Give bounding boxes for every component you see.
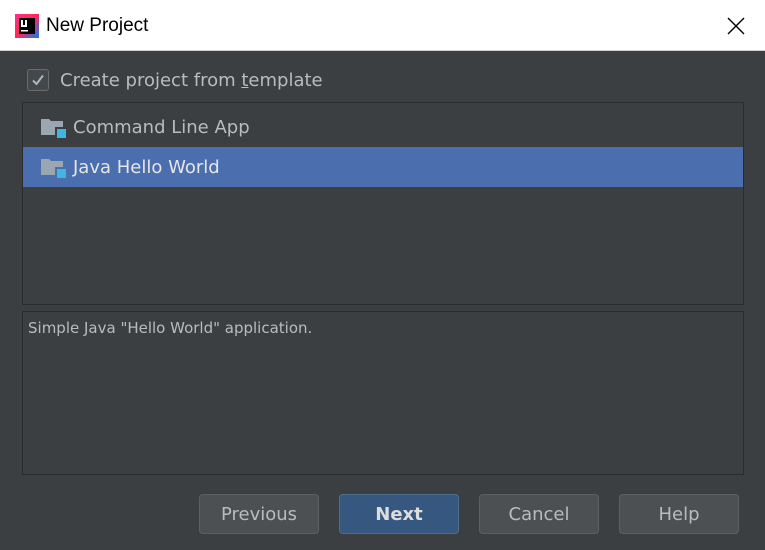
template-item-java-hello-world[interactable]: Java Hello World [23,147,743,187]
close-button[interactable] [720,10,752,42]
template-item-label: Command Line App [73,116,250,138]
close-icon [727,17,745,35]
template-description-panel: Simple Java "Hello World" application. [22,311,744,475]
checkmark-icon [32,74,44,86]
window-title: New Project [46,15,149,36]
create-from-template-checkbox[interactable] [27,69,49,91]
help-button[interactable]: Help [619,494,739,534]
folder-icon [41,159,67,179]
label-part: emplate [248,69,323,91]
template-description: Simple Java "Hello World" application. [28,319,313,337]
create-from-template-row: Create project from template [27,67,323,93]
template-item-command-line-app[interactable]: Command Line App [23,107,743,147]
template-item-label: Java Hello World [73,156,220,178]
title-bar: New Project [0,0,765,51]
create-from-template-label[interactable]: Create project from template [60,70,323,91]
next-button[interactable]: Next [339,494,459,534]
cancel-button[interactable]: Cancel [479,494,599,534]
folder-icon [41,119,67,139]
label-part: Create project from [60,69,242,91]
template-list: Command Line App Java Hello World [22,102,744,305]
previous-button[interactable]: Previous [199,494,319,534]
intellij-idea-icon [15,14,39,38]
